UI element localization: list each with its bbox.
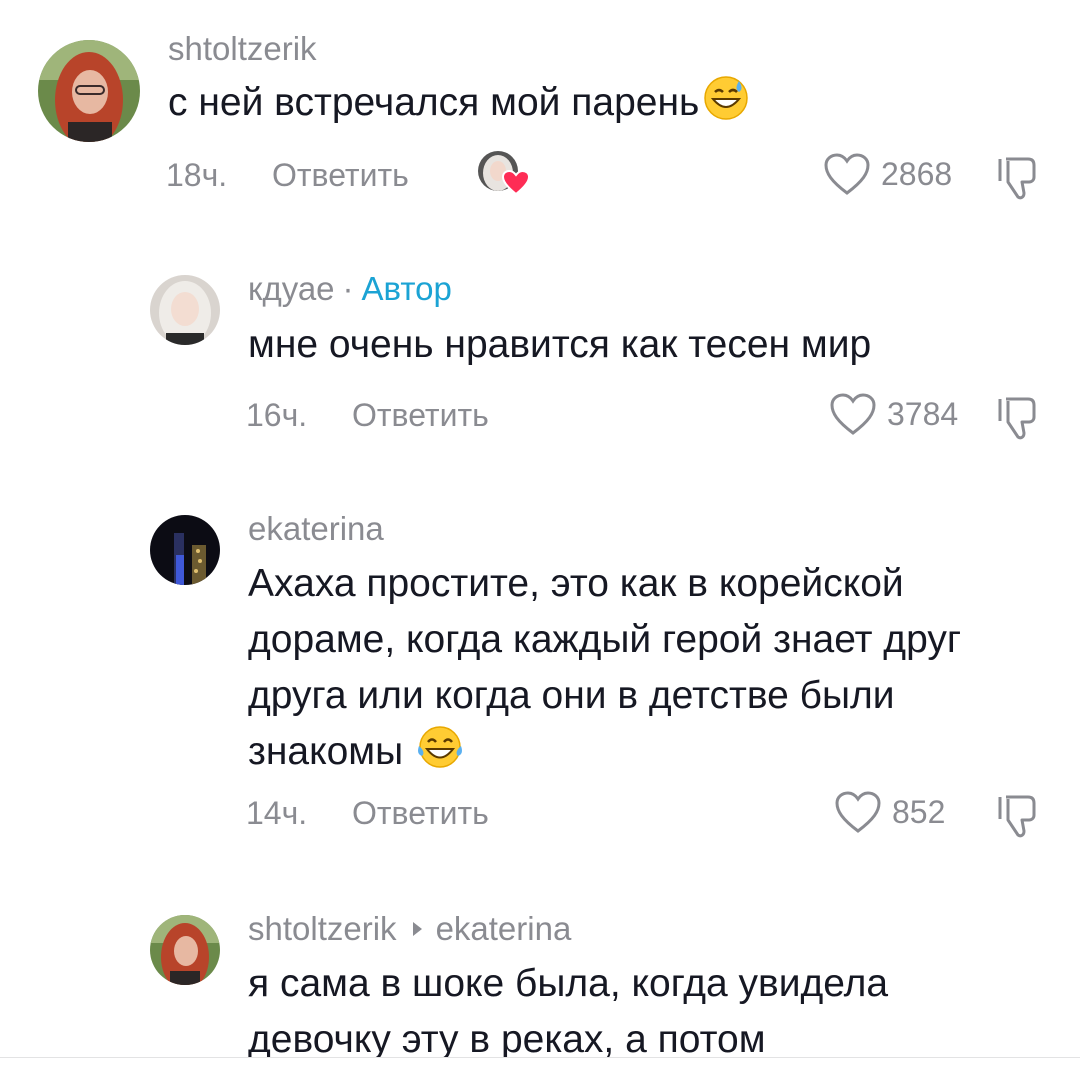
comment-username[interactable]: ekaterina	[248, 510, 384, 548]
username-text: shtoltzerik	[248, 910, 397, 947]
comment-text-line: друга или когда они в детстве были	[248, 674, 895, 717]
comment-item: shtoltzerik ekaterina я сама в шоке была,…	[0, 900, 1080, 1057]
grinning-sweat-emoji	[703, 75, 749, 137]
like-count: 852	[892, 793, 946, 830]
heart-outline-icon	[824, 153, 870, 195]
comment-text: с ней встречался мой парень	[168, 75, 749, 137]
reply-to-username[interactable]: ekaterina	[436, 910, 572, 947]
heart-outline-icon	[835, 791, 881, 833]
like-count: 3784	[887, 395, 959, 432]
comment-text-line: Ахаха простите, это как в корейской	[248, 562, 904, 605]
like-button[interactable]: 852	[834, 790, 945, 834]
thumbs-down-icon	[998, 397, 1036, 440]
comment-time: 18ч.	[166, 157, 228, 193]
avatar[interactable]	[150, 515, 220, 585]
avatar[interactable]	[150, 275, 220, 345]
like-button[interactable]: 3784	[829, 392, 958, 436]
comment-username[interactable]: shtoltzerik	[168, 30, 317, 68]
username-text: кдуае	[248, 270, 335, 307]
red-heart-icon	[501, 169, 531, 201]
comment-text: Ахаха простите, это как в корейской дора…	[248, 556, 1048, 786]
comment-text-body: с ней встречался мой парень	[168, 81, 700, 124]
comment-text: мне очень нравится как тесен мир	[248, 323, 872, 366]
dislike-button[interactable]	[994, 395, 1042, 446]
author-badge: Автор	[361, 270, 452, 307]
thumbs-down-icon	[998, 795, 1036, 838]
comment-text: я сама в шоке была, когда увидела девочк…	[248, 956, 1048, 1057]
comment-text-line: дораме, когда каждый герой знает друг	[248, 618, 962, 661]
reply-arrow-icon	[412, 922, 422, 937]
separator: ·	[342, 270, 354, 307]
comment-item: кдуае · Автор мне очень нравится как тесен…	[0, 260, 1080, 460]
comment-time: 16ч.	[246, 397, 308, 433]
divider	[0, 1057, 1080, 1058]
like-count: 2868	[881, 155, 953, 192]
avatar[interactable]	[38, 40, 140, 142]
thumbs-down-icon	[998, 157, 1036, 200]
comment-time: 14ч.	[246, 795, 308, 831]
comment-text-line: знакомы	[248, 724, 1048, 786]
avatar[interactable]	[150, 915, 220, 985]
comment-item: ekaterina Ахаха простите, это как в коре…	[0, 500, 1080, 870]
comment-username[interactable]: кдуае · Автор	[248, 270, 452, 308]
dislike-button[interactable]	[994, 155, 1042, 206]
comment-username[interactable]: shtoltzerik ekaterina	[248, 910, 571, 948]
dislike-button[interactable]	[994, 793, 1042, 844]
like-button[interactable]: 2868	[823, 152, 952, 196]
reply-button[interactable]: Ответить	[352, 795, 489, 832]
reply-button[interactable]: Ответить	[272, 157, 409, 194]
comment-text-line: я сама в шоке была, когда увидела	[248, 962, 889, 1005]
tears-of-joy-emoji	[415, 724, 465, 786]
comment-text-last: знакомы	[248, 730, 404, 773]
heart-outline-icon	[830, 393, 876, 435]
comment-text-line: девочку эту в реках, а потом	[248, 1018, 766, 1057]
reply-button[interactable]: Ответить	[352, 397, 489, 434]
comment-item: shtoltzerik с ней встречался мой парень …	[0, 0, 1080, 230]
